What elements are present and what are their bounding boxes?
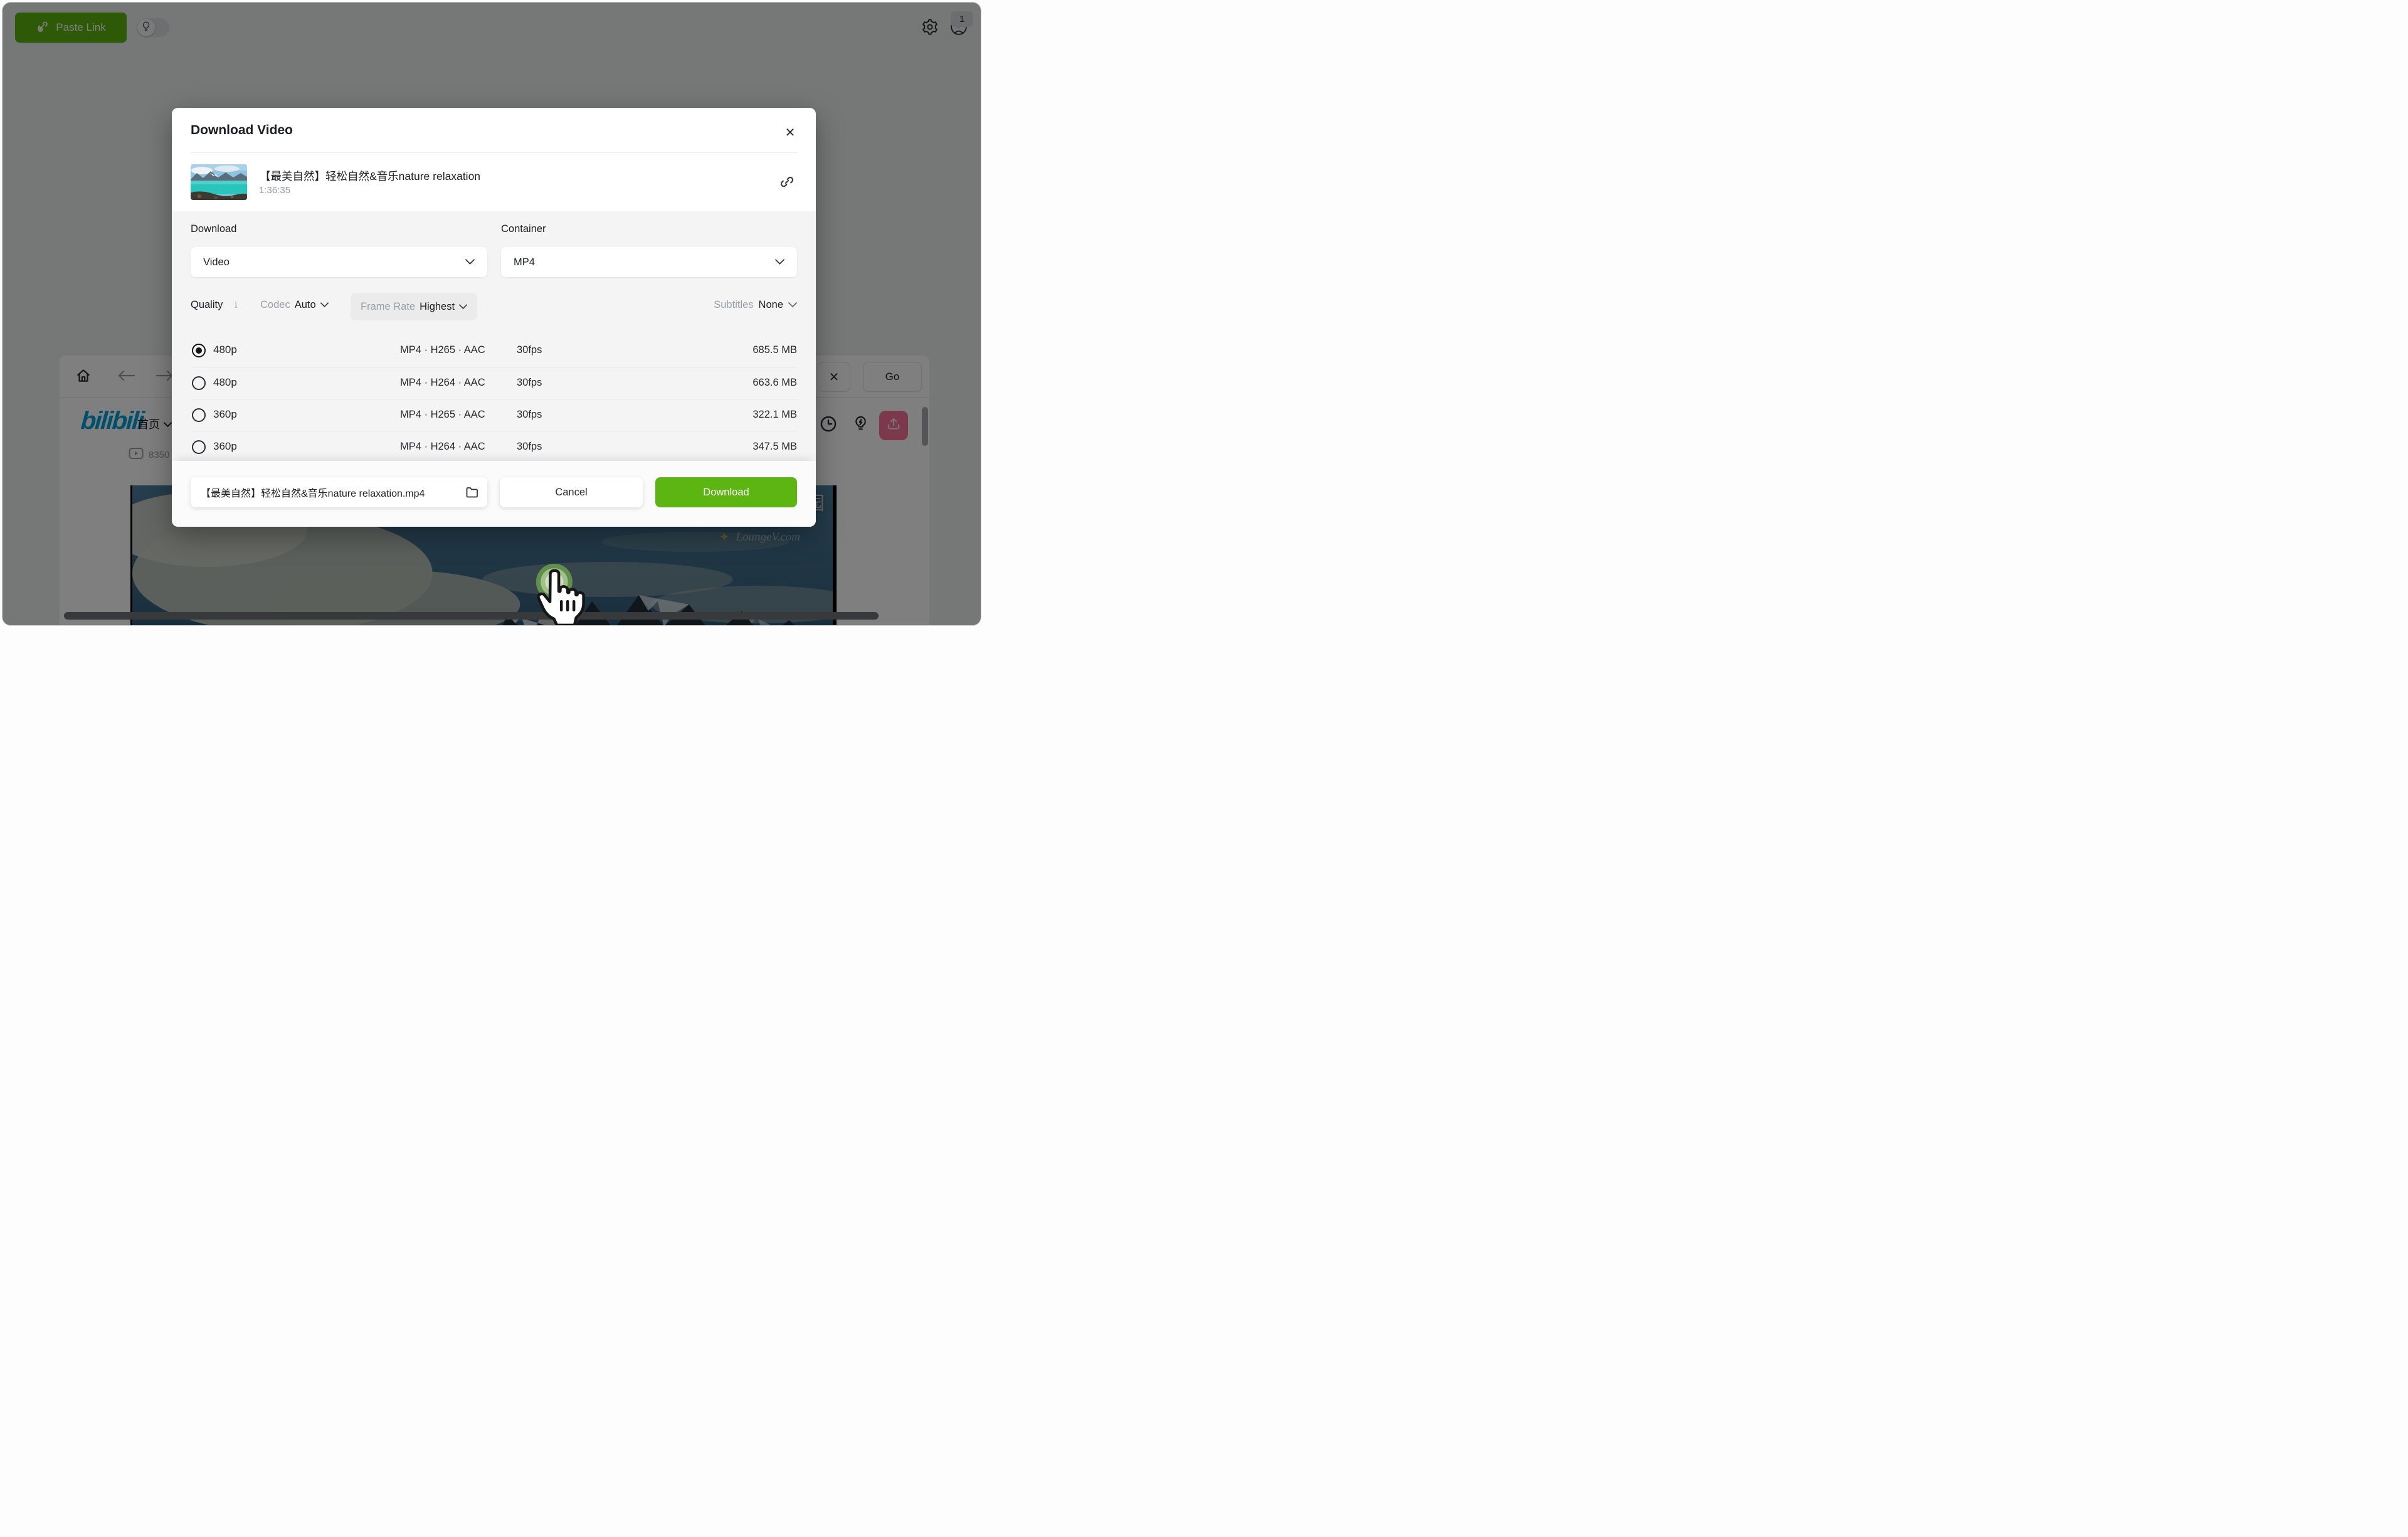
format-fps: 30fps	[517, 441, 542, 453]
format-list: 480p MP4 · H265 · AAC 30fps 685.5 MB 480…	[191, 335, 797, 461]
format-option-row[interactable]: 360p MP4 · H265 · AAC 30fps 322.1 MB	[191, 399, 797, 431]
codec-dropdown[interactable]: Codec Auto	[260, 299, 329, 311]
format-fps: 30fps	[517, 344, 542, 356]
format-codec: MP4 · H265 · AAC	[400, 409, 485, 421]
radio-button[interactable]	[192, 440, 206, 454]
container-select[interactable]: MP4	[501, 247, 797, 277]
format-resolution: 480p	[213, 344, 237, 356]
radio-button[interactable]	[192, 408, 206, 422]
filename-value: 【最美自然】轻松自然&音乐nature relaxation.mp4	[201, 485, 425, 500]
subtitles-value: None	[759, 299, 783, 311]
format-option-row[interactable]: 480p MP4 · H265 · AAC 30fps 685.5 MB	[191, 335, 797, 367]
dialog-header: Download Video ✕	[172, 108, 816, 211]
subtitles-dropdown[interactable]: Subtitles None	[714, 299, 797, 311]
download-type-value: Video	[203, 256, 230, 268]
radio-button[interactable]	[192, 376, 206, 390]
format-size: 685.5 MB	[752, 344, 797, 356]
format-fps: 30fps	[517, 377, 542, 389]
container-section-label: Container	[501, 223, 546, 235]
format-codec: MP4 · H264 · AAC	[400, 377, 485, 389]
quality-label: Quality	[191, 299, 223, 311]
framerate-dropdown[interactable]: Frame Rate Highest	[351, 293, 477, 320]
codec-label: Codec	[260, 299, 290, 311]
chevron-down-icon	[459, 301, 467, 313]
info-icon[interactable]: i	[235, 300, 237, 311]
download-button[interactable]: Download	[655, 477, 797, 507]
cancel-label: Cancel	[555, 487, 587, 499]
video-thumbnail	[191, 164, 247, 200]
framerate-value: Highest	[420, 301, 455, 313]
codec-value: Auto	[295, 299, 316, 311]
container-value: MP4	[514, 256, 535, 268]
video-duration: 1:36:35	[259, 185, 290, 196]
radio-button[interactable]	[192, 344, 206, 357]
framerate-label: Frame Rate	[361, 301, 415, 313]
dialog-close-button[interactable]: ✕	[781, 123, 800, 142]
format-option-row[interactable]: 480p MP4 · H264 · AAC 30fps 663.6 MB	[191, 367, 797, 399]
format-size: 322.1 MB	[752, 409, 797, 421]
dialog-title: Download Video	[191, 123, 293, 138]
format-size: 663.6 MB	[752, 377, 797, 389]
screen: Paste Link	[0, 0, 983, 628]
copy-link-button[interactable]	[778, 173, 796, 191]
subtitles-label: Subtitles	[714, 299, 753, 311]
download-section-label: Download	[191, 223, 236, 235]
format-size: 347.5 MB	[752, 441, 797, 453]
cancel-button[interactable]: Cancel	[500, 477, 643, 507]
download-video-dialog: Download Video ✕	[172, 108, 816, 527]
format-codec: MP4 · H265 · AAC	[400, 344, 485, 356]
quality-options-row: Quality i Codec Auto Frame Rate Highest	[191, 293, 797, 320]
download-type-select[interactable]: Video	[191, 247, 487, 277]
folder-icon[interactable]	[465, 485, 480, 503]
format-resolution: 360p	[213, 440, 237, 453]
chevron-down-icon	[320, 299, 329, 311]
filename-input[interactable]: 【最美自然】轻松自然&音乐nature relaxation.mp4	[191, 477, 487, 507]
chevron-down-icon	[775, 256, 784, 268]
format-resolution: 360p	[213, 408, 237, 421]
link-icon	[778, 182, 796, 193]
header-divider	[191, 152, 797, 153]
chevron-down-icon	[465, 256, 475, 268]
format-option-row[interactable]: 360p MP4 · H264 · AAC 30fps 347.5 MB	[191, 431, 797, 461]
format-resolution: 480p	[213, 376, 237, 389]
download-label: Download	[703, 487, 749, 499]
format-fps: 30fps	[517, 409, 542, 421]
video-title: 【最美自然】轻松自然&音乐nature relaxation	[260, 168, 480, 184]
format-codec: MP4 · H264 · AAC	[400, 441, 485, 453]
chevron-down-icon	[788, 299, 797, 311]
app-window: Paste Link	[2, 2, 981, 626]
dialog-footer: 【最美自然】轻松自然&音乐nature relaxation.mp4 Cance…	[172, 461, 816, 527]
close-icon: ✕	[785, 125, 796, 140]
